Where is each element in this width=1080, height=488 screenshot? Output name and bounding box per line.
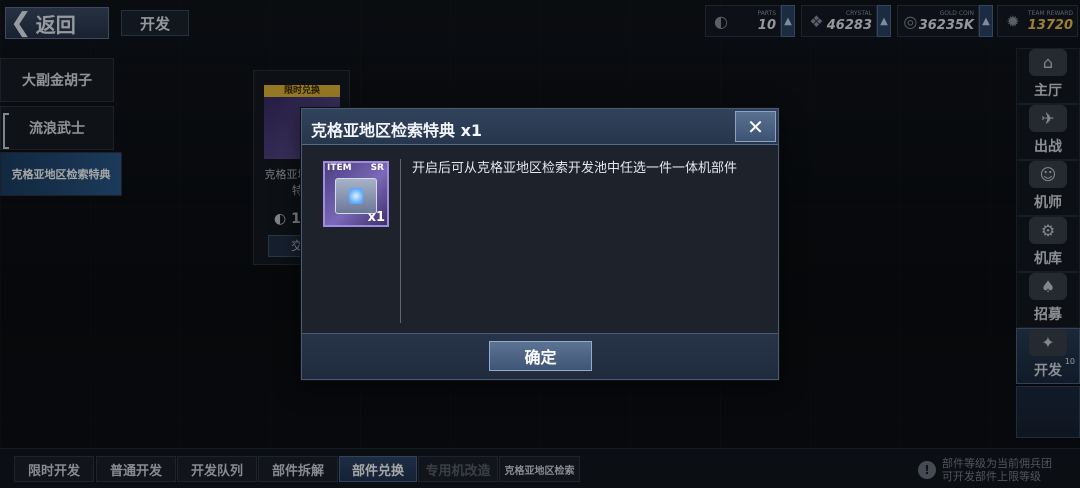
divider <box>400 159 401 323</box>
item-description: 开启后可从克格亚地区检索开发池中任选一件一体机部件 <box>412 161 738 176</box>
item-icon-frame: ITEM SR x1 <box>323 161 389 227</box>
item-quantity: x1 <box>367 210 385 225</box>
item-detail-dialog: 克格亚地区检索特典 x1 ✕ ITEM SR x1 开启后可从克格亚地区检索开发… <box>301 108 779 380</box>
rarity-tag: SR <box>370 163 384 173</box>
close-button[interactable]: ✕ <box>735 111 776 142</box>
close-icon: ✕ <box>747 114 764 139</box>
dialog-footer: 确定 <box>302 333 778 379</box>
dialog-title: 克格亚地区检索特典 x1 <box>311 121 483 140</box>
confirm-button[interactable]: 确定 <box>489 341 592 371</box>
supply-crate-icon <box>335 178 377 214</box>
dialog-header: 克格亚地区检索特典 x1 ✕ <box>302 109 778 145</box>
item-type-tag: ITEM <box>327 163 352 173</box>
